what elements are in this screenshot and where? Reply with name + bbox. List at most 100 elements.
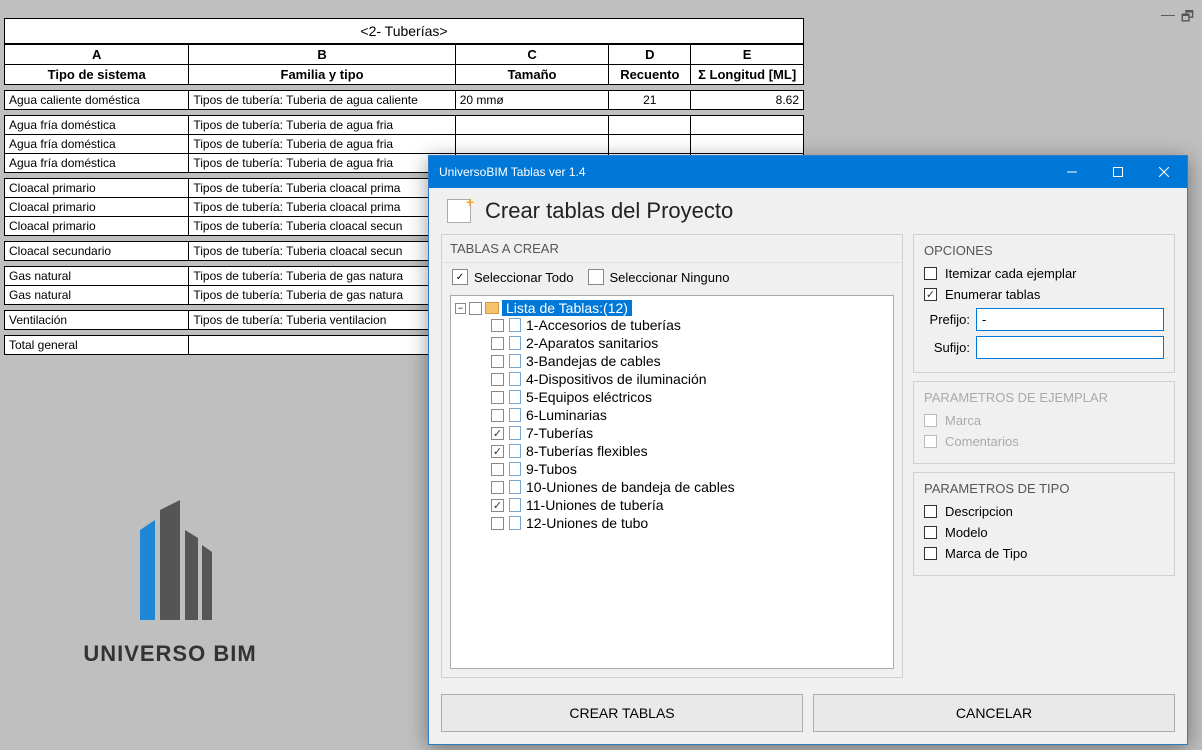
tree-item-checkbox[interactable]: [491, 373, 504, 386]
tree-item-checkbox[interactable]: [491, 463, 504, 476]
select-none-button[interactable]: Seleccionar Ninguno: [588, 269, 730, 285]
select-none-icon: [588, 269, 604, 285]
col-name: Σ Longitud [ML]: [691, 65, 804, 85]
tree-item-label: 9-Tubos: [526, 461, 577, 477]
folder-icon: [485, 302, 499, 314]
select-all-label: Seleccionar Todo: [474, 270, 574, 285]
tree-item[interactable]: 7-Tuberías: [455, 424, 889, 442]
table-icon: [509, 462, 521, 476]
prefix-input[interactable]: [976, 308, 1164, 331]
select-all-button[interactable]: ✓ Seleccionar Todo: [452, 269, 574, 285]
options-panel: OPCIONES Itemizar cada ejemplar Enumerar…: [913, 234, 1175, 678]
tree-item[interactable]: 10-Uniones de bandeja de cables: [455, 478, 889, 496]
col-letter: B: [189, 45, 455, 65]
col-letter: D: [609, 45, 691, 65]
table-icon: [509, 480, 521, 494]
tree-item-checkbox[interactable]: [491, 445, 504, 458]
dialog-window: UniversoBIM Tablas ver 1.4 Crear tablas …: [428, 155, 1188, 745]
table-icon: [509, 318, 521, 332]
schedule-title: <2- Tuberías>: [4, 18, 804, 44]
instance-params-group: PARAMETROS DE EJEMPLAR Marca Comentarios: [913, 381, 1175, 464]
marca-option: Marca: [924, 413, 1164, 428]
logo-icon: [100, 490, 240, 630]
tree-item[interactable]: 8-Tuberías flexibles: [455, 442, 889, 460]
tree-item-checkbox[interactable]: [491, 337, 504, 350]
itemize-checkbox[interactable]: [924, 267, 937, 280]
minimize-button[interactable]: [1049, 156, 1095, 188]
enumerate-option[interactable]: Enumerar tablas: [924, 287, 1164, 302]
tree-collapse-icon[interactable]: −: [455, 303, 466, 314]
select-all-icon: ✓: [452, 269, 468, 285]
table-icon: [509, 336, 521, 350]
tree-item-label: 2-Aparatos sanitarios: [526, 335, 658, 351]
tree-item-label: 12-Uniones de tubo: [526, 515, 648, 531]
tree-item-checkbox[interactable]: [491, 391, 504, 404]
logo: UNIVERSO BIM: [60, 490, 280, 667]
descripcion-option[interactable]: Descripcion: [924, 504, 1164, 519]
tree-item-label: 6-Luminarias: [526, 407, 607, 423]
itemize-label: Itemizar cada ejemplar: [945, 266, 1077, 281]
tree-item-label: 1-Accesorios de tuberías: [526, 317, 681, 333]
tree-item-checkbox[interactable]: [491, 355, 504, 368]
tree-item-label: 11-Uniones de tubería: [526, 497, 664, 513]
tree-item-label: 4-Dispositivos de iluminación: [526, 371, 707, 387]
tree-item-checkbox[interactable]: [491, 517, 504, 530]
tree-root[interactable]: − Lista de Tablas:(12): [455, 300, 889, 316]
tree-item-checkbox[interactable]: [491, 319, 504, 332]
enumerate-checkbox[interactable]: [924, 288, 937, 301]
table-tree[interactable]: − Lista de Tablas:(12) 1-Accesorios de t…: [450, 295, 894, 669]
tables-label: TABLAS A CREAR: [442, 235, 902, 263]
table-icon: [509, 444, 521, 458]
tree-item[interactable]: 6-Luminarias: [455, 406, 889, 424]
tree-item[interactable]: 9-Tubos: [455, 460, 889, 478]
tree-root-checkbox[interactable]: [469, 302, 482, 315]
type-params-title: PARAMETROS DE TIPO: [924, 481, 1164, 496]
tree-item-label: 5-Equipos eléctricos: [526, 389, 652, 405]
tree-item[interactable]: 12-Uniones de tubo: [455, 514, 889, 532]
col-letter: C: [455, 45, 609, 65]
tree-item[interactable]: 2-Aparatos sanitarios: [455, 334, 889, 352]
marca-tipo-option[interactable]: Marca de Tipo: [924, 546, 1164, 561]
titlebar[interactable]: UniversoBIM Tablas ver 1.4: [429, 156, 1187, 188]
modelo-checkbox[interactable]: [924, 526, 937, 539]
minimize-icon[interactable]: —: [1161, 6, 1175, 30]
modelo-label: Modelo: [945, 525, 988, 540]
descripcion-checkbox[interactable]: [924, 505, 937, 518]
suffix-input[interactable]: [976, 336, 1164, 359]
comentarios-label: Comentarios: [945, 434, 1019, 449]
dialog-heading: Crear tablas del Proyecto: [485, 198, 733, 224]
tree-item[interactable]: 11-Uniones de tubería: [455, 496, 889, 514]
tree-item[interactable]: 4-Dispositivos de iluminación: [455, 370, 889, 388]
itemize-option[interactable]: Itemizar cada ejemplar: [924, 266, 1164, 281]
restore-icon[interactable]: 🗗: [1181, 6, 1194, 30]
marca-checkbox: [924, 414, 937, 427]
marca-label: Marca: [945, 413, 981, 428]
maximize-button[interactable]: [1095, 156, 1141, 188]
table-icon: [509, 408, 521, 422]
col-name: Tamaño: [455, 65, 609, 85]
cancel-button[interactable]: CANCELAR: [813, 694, 1175, 732]
table-icon: [509, 390, 521, 404]
col-name: Recuento: [609, 65, 691, 85]
tree-item-checkbox[interactable]: [491, 409, 504, 422]
tree-item[interactable]: 3-Bandejas de cables: [455, 352, 889, 370]
col-name: Familia y tipo: [189, 65, 455, 85]
table-row[interactable]: Agua fría domésticaTipos de tubería: Tub…: [5, 135, 804, 154]
table-icon: [509, 354, 521, 368]
tree-item-checkbox[interactable]: [491, 427, 504, 440]
modelo-option[interactable]: Modelo: [924, 525, 1164, 540]
tree-item-checkbox[interactable]: [491, 499, 504, 512]
enumerate-label: Enumerar tablas: [945, 287, 1040, 302]
tree-item[interactable]: 1-Accesorios de tuberías: [455, 316, 889, 334]
table-icon: [509, 516, 521, 530]
comentarios-option: Comentarios: [924, 434, 1164, 449]
tree-item[interactable]: 5-Equipos eléctricos: [455, 388, 889, 406]
marca-tipo-checkbox[interactable]: [924, 547, 937, 560]
close-button[interactable]: [1141, 156, 1187, 188]
tree-item-checkbox[interactable]: [491, 481, 504, 494]
dialog-header: Crear tablas del Proyecto: [429, 188, 1187, 234]
table-row[interactable]: Agua fría domésticaTipos de tubería: Tub…: [5, 116, 804, 135]
create-tables-button[interactable]: CREAR TABLAS: [441, 694, 803, 732]
tree-item-label: 3-Bandejas de cables: [526, 353, 661, 369]
table-row[interactable]: Agua caliente domésticaTipos de tubería:…: [5, 91, 804, 110]
